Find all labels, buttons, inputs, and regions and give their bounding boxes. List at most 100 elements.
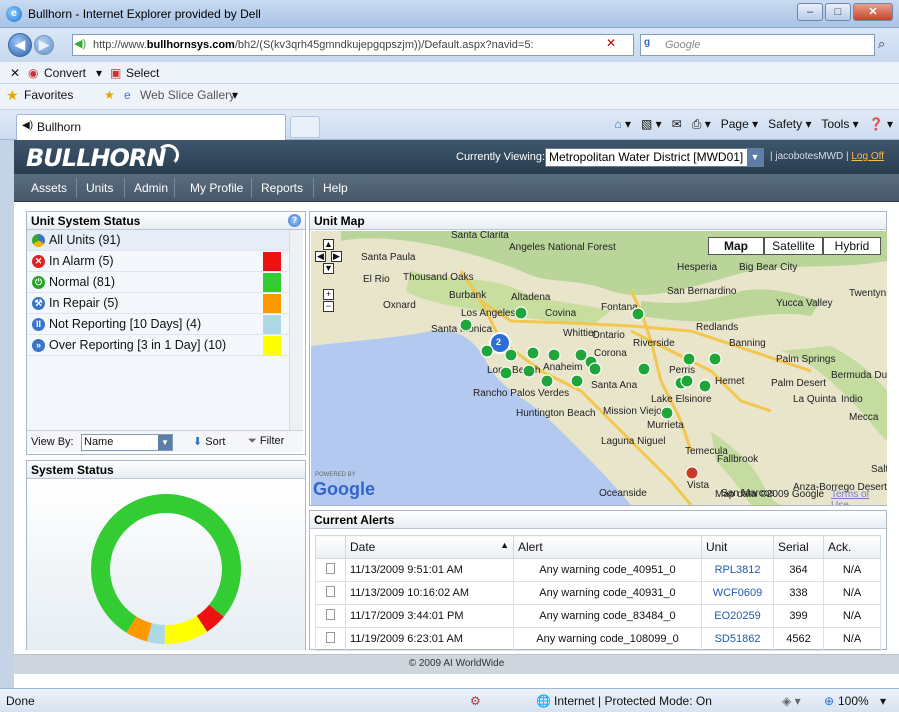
zoom-level[interactable]: 100%: [838, 694, 869, 708]
menu-assets[interactable]: Assets: [31, 181, 67, 195]
menu-my-profile[interactable]: My Profile: [190, 181, 243, 195]
status-row[interactable]: ⏻ Normal (81): [27, 272, 289, 293]
alert-unit-link[interactable]: SD51862: [701, 627, 774, 651]
terms-of-use-link[interactable]: Terms of Use: [831, 489, 887, 505]
convert-icon: ◉: [28, 66, 39, 80]
alerts-body: 11/13/2009 9:51:01 AM Any warning code_40…: [315, 558, 881, 651]
system-status-panel: System Status: [26, 460, 306, 650]
status-scrollbar[interactable]: [289, 230, 303, 430]
menu-admin[interactable]: Admin: [134, 181, 168, 195]
col-serial[interactable]: Serial: [773, 535, 824, 559]
unit-marker-normal: [708, 352, 722, 366]
alert-unit-link[interactable]: WCF0609: [701, 581, 774, 605]
security-icon[interactable]: ⚙: [470, 694, 481, 708]
close-button[interactable]: ✕: [853, 3, 893, 21]
viewing-select[interactable]: Metropolitan Water District [MWD01] ▼: [545, 148, 764, 167]
status-row[interactable]: All Units (91): [27, 230, 289, 251]
document-icon[interactable]: [326, 586, 335, 597]
feeds-icon[interactable]: ▧: [641, 117, 652, 131]
document-icon[interactable]: [326, 632, 335, 643]
wrench-icon: ⚒: [32, 297, 45, 310]
google-logo[interactable]: Google: [313, 479, 375, 500]
alert-row[interactable]: 11/17/2009 3:44:01 PM Any warning code_83…: [315, 604, 881, 628]
tools-menu[interactable]: Tools: [821, 117, 849, 131]
status-row[interactable]: ⚒ In Repair (5): [27, 293, 289, 314]
alert-date: 11/13/2009 10:16:02 AM: [345, 581, 514, 605]
window-titlebar: e Bullhorn - Internet Explorer provided …: [0, 0, 899, 28]
document-icon[interactable]: [326, 609, 335, 620]
alert-text: Any warning code_108099_0: [513, 627, 702, 651]
document-icon[interactable]: [326, 563, 335, 574]
alarm-icon: ✕: [32, 255, 45, 268]
google-search-icon: g: [644, 37, 651, 48]
alert-unit-link[interactable]: EO20259: [701, 604, 774, 628]
safety-menu[interactable]: Safety: [768, 117, 802, 131]
status-row-label: Over Reporting [3 in 1 Day] (10): [49, 338, 227, 352]
status-row[interactable]: II Not Reporting [10 Days] (4): [27, 314, 289, 335]
alert-unit-link[interactable]: RPL3812: [701, 558, 774, 582]
unit-markers[interactable]: [311, 231, 887, 505]
home-icon[interactable]: ⌂: [614, 117, 621, 131]
status-row[interactable]: » Over Reporting [3 in 1 Day] (10): [27, 335, 289, 356]
unit-marker-normal: [540, 374, 554, 388]
col-unit[interactable]: Unit: [701, 535, 774, 559]
menu-help[interactable]: Help: [323, 181, 348, 195]
command-bar: ⌂ ▾ ▧ ▾ ✉ ⎙ ▾ Page ▾ Safety ▾ Tools ▾ ❓ …: [614, 117, 893, 131]
logoff-link[interactable]: Log Off: [851, 151, 884, 162]
mail-icon[interactable]: ✉: [672, 117, 682, 131]
favorites-button[interactable]: Favorites: [24, 88, 73, 102]
select-icon: ▣: [110, 66, 122, 80]
new-tab-button[interactable]: [290, 116, 320, 138]
menu-units[interactable]: Units: [86, 181, 113, 195]
print-icon[interactable]: ⎙: [692, 117, 702, 131]
chevron-down-icon[interactable]: ▼: [158, 435, 172, 450]
convert-dropdown-icon[interactable]: ▾: [96, 66, 102, 80]
alert-date: 11/13/2009 9:51:01 AM: [345, 558, 514, 582]
forward-button[interactable]: ▶: [34, 35, 54, 55]
alert-row[interactable]: 11/13/2009 9:51:01 AM Any warning code_40…: [315, 558, 881, 582]
power-icon: ⏻: [32, 276, 45, 289]
col-alert[interactable]: Alert: [513, 535, 702, 559]
minimize-button[interactable]: –: [797, 3, 823, 21]
alert-serial: 338: [773, 581, 824, 605]
alert-row[interactable]: 11/13/2009 10:16:02 AM Any warning code_4…: [315, 581, 881, 605]
alerts-table: Date ▲ Alert Unit Serial Ack. 11/13/2009 …: [315, 535, 881, 651]
search-input[interactable]: Google: [640, 34, 875, 56]
zoom-dropdown-icon[interactable]: ▾: [880, 694, 886, 708]
sort-button[interactable]: ⬇ Sort: [193, 435, 225, 448]
unit-map-title: Unit Map: [310, 212, 886, 230]
status-row[interactable]: ✕ In Alarm (5): [27, 251, 289, 272]
alert-row[interactable]: 11/19/2009 6:23:01 AM Any warning code_10…: [315, 627, 881, 651]
chevron-down-icon[interactable]: ▼: [747, 149, 763, 166]
protected-mode-icon[interactable]: ◈ ▾: [782, 694, 801, 708]
webslice-gallery-link[interactable]: Web Slice Gallery: [140, 88, 235, 102]
globe-icon: 🌐: [536, 694, 551, 708]
search-icon[interactable]: ⌕: [878, 36, 885, 52]
question-icon[interactable]: ?: [288, 214, 301, 227]
zone-text[interactable]: Internet | Protected Mode: On: [554, 694, 712, 708]
back-button[interactable]: ◀: [8, 33, 32, 57]
unit-marker-normal: [570, 374, 584, 388]
status-color-swatch: [263, 273, 281, 292]
ie-logo-icon: e: [6, 6, 22, 22]
unit-map[interactable]: ▲ ◀ ▶ ▼ + − Map Satellite Hybrid Santa C…: [311, 231, 887, 505]
tab-bullhorn[interactable]: ◀) Bullhorn: [16, 114, 286, 140]
close-toolbar-icon[interactable]: ✕: [10, 66, 20, 80]
maximize-button[interactable]: □: [825, 3, 851, 21]
stop-icon[interactable]: ✕: [606, 36, 616, 50]
main-menu: Assets Units Admin My Profile Reports He…: [14, 174, 899, 202]
webslice-dropdown-icon[interactable]: ▾: [232, 88, 238, 102]
select-button[interactable]: Select: [126, 66, 159, 80]
cluster-count[interactable]: 2: [496, 337, 501, 347]
menu-reports[interactable]: Reports: [261, 181, 303, 195]
col-ack[interactable]: Ack.: [823, 535, 881, 559]
col-date[interactable]: Date ▲: [345, 535, 514, 559]
help-icon[interactable]: ❓: [869, 117, 884, 131]
url-field[interactable]: http://www.bullhornsys.com/bh2/(S(kv3qrh…: [72, 34, 634, 56]
convert-button[interactable]: Convert: [44, 66, 86, 80]
fast-forward-icon: »: [32, 339, 45, 352]
page-menu[interactable]: Page: [721, 117, 749, 131]
add-favorite-icon[interactable]: ★: [104, 88, 115, 102]
filter-button[interactable]: ⏷ Filter: [248, 435, 284, 448]
view-by-select[interactable]: Name ▼: [81, 434, 173, 451]
